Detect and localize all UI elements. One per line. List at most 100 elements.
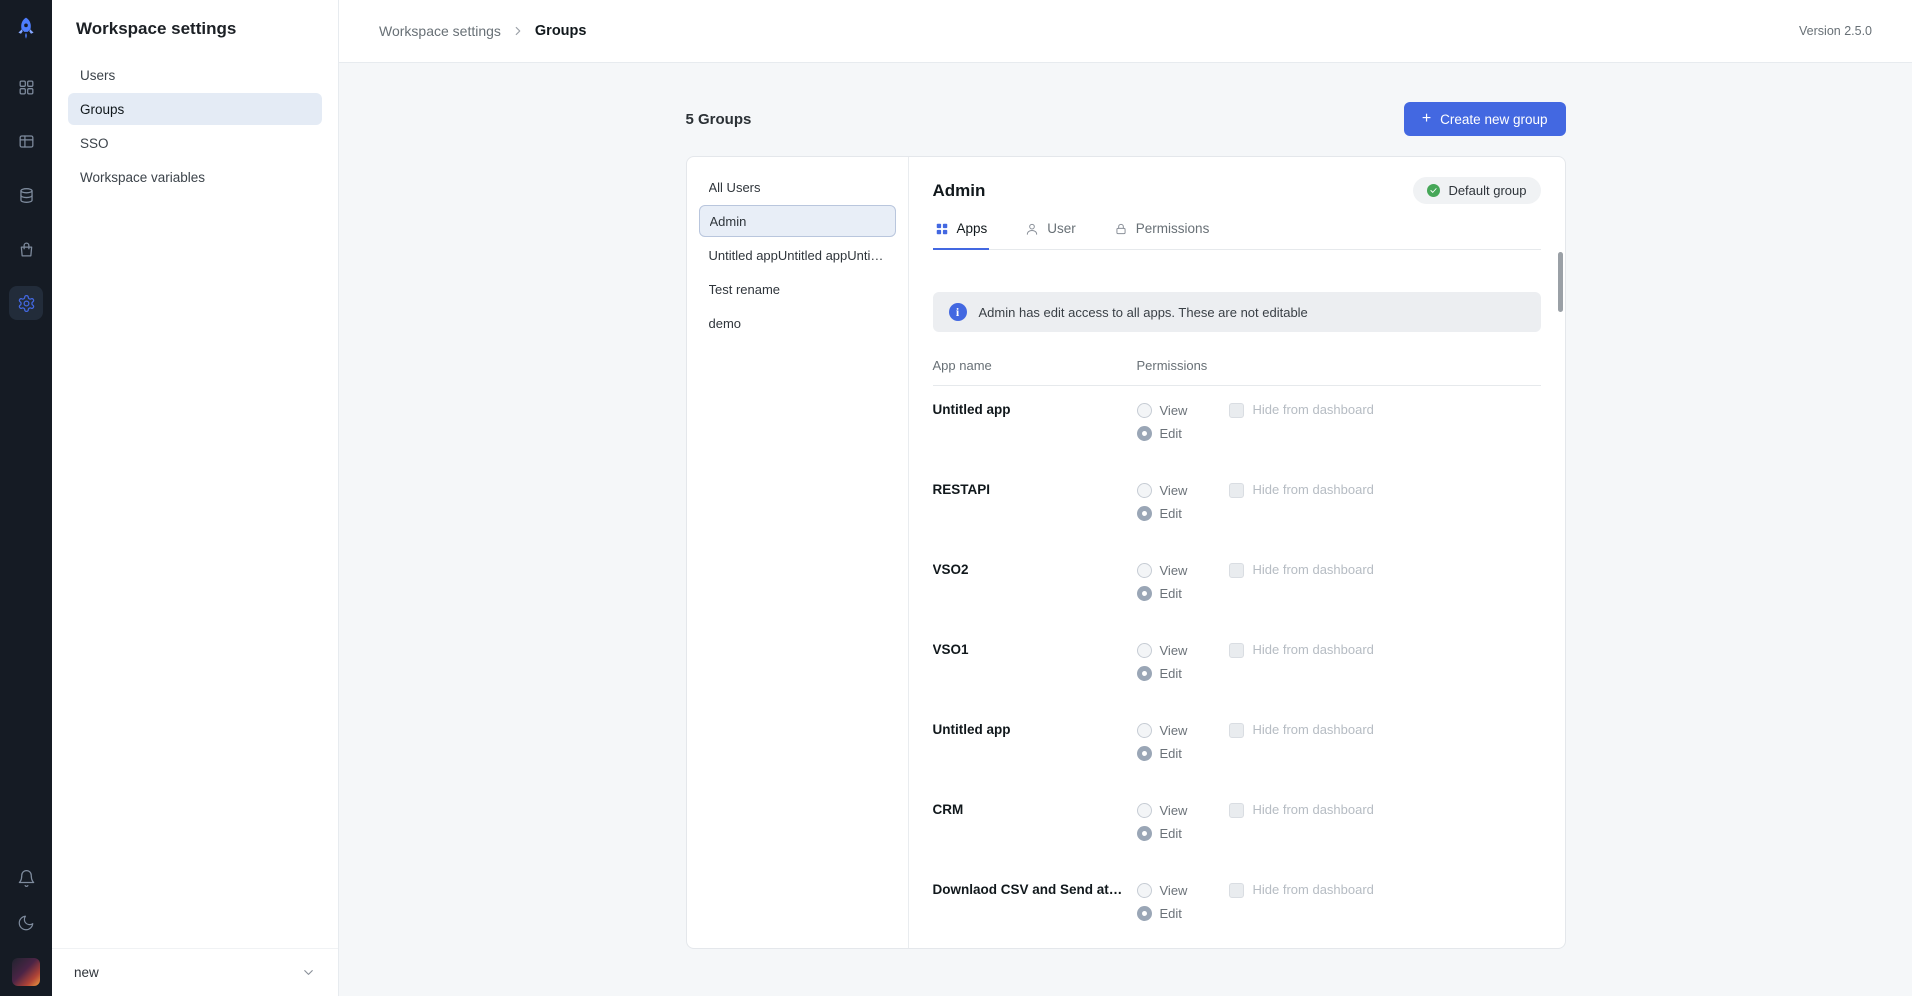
- view-label: View: [1160, 723, 1188, 738]
- radio-unselected-icon: [1137, 643, 1152, 658]
- chevron-down-icon: [301, 965, 316, 980]
- app-name: Untitled app: [933, 722, 1137, 786]
- marketplace-icon[interactable]: [9, 232, 43, 266]
- workspace-settings-icon[interactable]: [9, 286, 43, 320]
- group-item-untitled-appuntitled-appuntitl[interactable]: Untitled appUntitled appUntitle...: [699, 239, 896, 271]
- radio-selected-icon: [1137, 746, 1152, 761]
- sidebar-item-workspace-variables[interactable]: Workspace variables: [68, 161, 322, 193]
- create-new-group-button[interactable]: + Create new group: [1404, 102, 1566, 136]
- tab-apps[interactable]: Apps: [933, 212, 990, 250]
- app-logo-icon[interactable]: [13, 16, 39, 42]
- radio-unselected-icon: [1137, 883, 1152, 898]
- tab-permissions[interactable]: Permissions: [1112, 212, 1212, 250]
- sidebar-menu: Users Groups SSO Workspace variables: [52, 51, 338, 193]
- column-header-app-name: App name: [933, 358, 1137, 373]
- info-banner: i Admin has edit access to all apps. The…: [933, 292, 1541, 332]
- view-option: View: [1137, 482, 1229, 498]
- detail-tabs: Apps User Permissions: [933, 212, 1541, 250]
- group-item-label: Untitled appUntitled appUntitle...: [709, 248, 886, 263]
- app-name: VSO1: [933, 642, 1137, 706]
- radio-selected-icon: [1137, 906, 1152, 921]
- workspace-switcher[interactable]: new: [52, 948, 338, 996]
- datasources-icon[interactable]: [9, 178, 43, 212]
- edit-label: Edit: [1160, 906, 1182, 921]
- radio-selected-icon: [1137, 586, 1152, 601]
- rail-bottom: [12, 869, 40, 996]
- info-banner-text: Admin has edit access to all apps. These…: [979, 305, 1308, 320]
- apps-icon[interactable]: [9, 70, 43, 104]
- tables-icon[interactable]: [9, 124, 43, 158]
- view-label: View: [1160, 803, 1188, 818]
- group-detail-pane: Admin Default group: [909, 157, 1565, 948]
- sidebar-item-label: Users: [80, 68, 115, 83]
- sidebar-item-sso[interactable]: SSO: [68, 127, 322, 159]
- dark-mode-moon-icon[interactable]: [17, 914, 35, 932]
- plus-icon: +: [1422, 111, 1431, 127]
- sidebar-item-label: SSO: [80, 136, 109, 151]
- breadcrumb-root[interactable]: Workspace settings: [379, 23, 501, 39]
- group-item-demo[interactable]: demo: [699, 307, 896, 339]
- group-item-all-users[interactable]: All Users: [699, 171, 896, 203]
- hide-label: Hide from dashboard: [1253, 482, 1374, 497]
- edit-label: Edit: [1160, 746, 1182, 761]
- checkbox-unchecked-icon: [1229, 483, 1244, 498]
- scrollbar-thumb[interactable]: [1558, 252, 1563, 312]
- hide-from-dashboard-option: Hide from dashboard: [1229, 402, 1541, 466]
- sidebar-item-groups[interactable]: Groups: [68, 93, 322, 125]
- table-row: Untitled app View Edit Hide from dashboa…: [933, 706, 1541, 786]
- edit-option: Edit: [1137, 585, 1229, 601]
- group-item-test-rename[interactable]: Test rename: [699, 273, 896, 305]
- view-option: View: [1137, 802, 1229, 818]
- edit-option: Edit: [1137, 825, 1229, 841]
- hide-label: Hide from dashboard: [1253, 402, 1374, 417]
- topbar: Workspace settings Groups Version 2.5.0: [339, 0, 1912, 63]
- hide-from-dashboard-option: Hide from dashboard: [1229, 722, 1541, 786]
- table-row: CRM View Edit Hide from dashboard: [933, 786, 1541, 866]
- radio-unselected-icon: [1137, 803, 1152, 818]
- settings-sidebar: Workspace settings Users Groups SSO Work…: [52, 0, 339, 996]
- user-avatar[interactable]: [12, 958, 40, 986]
- app-name: RESTAPI: [933, 482, 1137, 546]
- view-label: View: [1160, 483, 1188, 498]
- default-group-badge: Default group: [1413, 177, 1540, 204]
- sidebar-title: Workspace settings: [52, 0, 338, 51]
- edit-option: Edit: [1137, 665, 1229, 681]
- edit-label: Edit: [1160, 666, 1182, 681]
- tab-label: Permissions: [1136, 221, 1210, 236]
- notifications-bell-icon[interactable]: [17, 869, 36, 888]
- edit-label: Edit: [1160, 506, 1182, 521]
- radio-unselected-icon: [1137, 563, 1152, 578]
- hide-label: Hide from dashboard: [1253, 882, 1374, 897]
- edit-option: Edit: [1137, 745, 1229, 761]
- edit-option: Edit: [1137, 425, 1229, 441]
- view-label: View: [1160, 883, 1188, 898]
- sidebar-item-users[interactable]: Users: [68, 59, 322, 91]
- chevron-right-icon: [511, 24, 525, 38]
- hide-from-dashboard-option: Hide from dashboard: [1229, 882, 1541, 946]
- tab-user[interactable]: User: [1023, 212, 1078, 250]
- checkbox-unchecked-icon: [1229, 563, 1244, 578]
- hide-from-dashboard-option: Hide from dashboard: [1229, 562, 1541, 626]
- view-option: View: [1137, 562, 1229, 578]
- group-item-admin[interactable]: Admin: [699, 205, 896, 237]
- view-label: View: [1160, 563, 1188, 578]
- view-option: View: [1137, 882, 1229, 898]
- version-label: Version 2.5.0: [1799, 24, 1872, 38]
- groups-card: All Users Admin Untitled appUntitled app…: [686, 156, 1566, 949]
- table-row: Untitled app View Edit Hide from dashboa…: [933, 386, 1541, 466]
- groups-count: 5 Groups: [686, 111, 752, 128]
- radio-selected-icon: [1137, 666, 1152, 681]
- view-option: View: [1137, 402, 1229, 418]
- radio-selected-icon: [1137, 826, 1152, 841]
- edit-option: Edit: [1137, 505, 1229, 521]
- view-label: View: [1160, 643, 1188, 658]
- checkbox-unchecked-icon: [1229, 803, 1244, 818]
- view-option: View: [1137, 722, 1229, 738]
- checkbox-unchecked-icon: [1229, 643, 1244, 658]
- user-icon: [1025, 222, 1039, 236]
- group-item-label: All Users: [709, 180, 761, 195]
- apps-grid-icon: [935, 222, 949, 236]
- checkbox-unchecked-icon: [1229, 883, 1244, 898]
- apps-table-body: Untitled app View Edit Hide from dashboa…: [933, 386, 1541, 946]
- sidebar-item-label: Groups: [80, 102, 124, 117]
